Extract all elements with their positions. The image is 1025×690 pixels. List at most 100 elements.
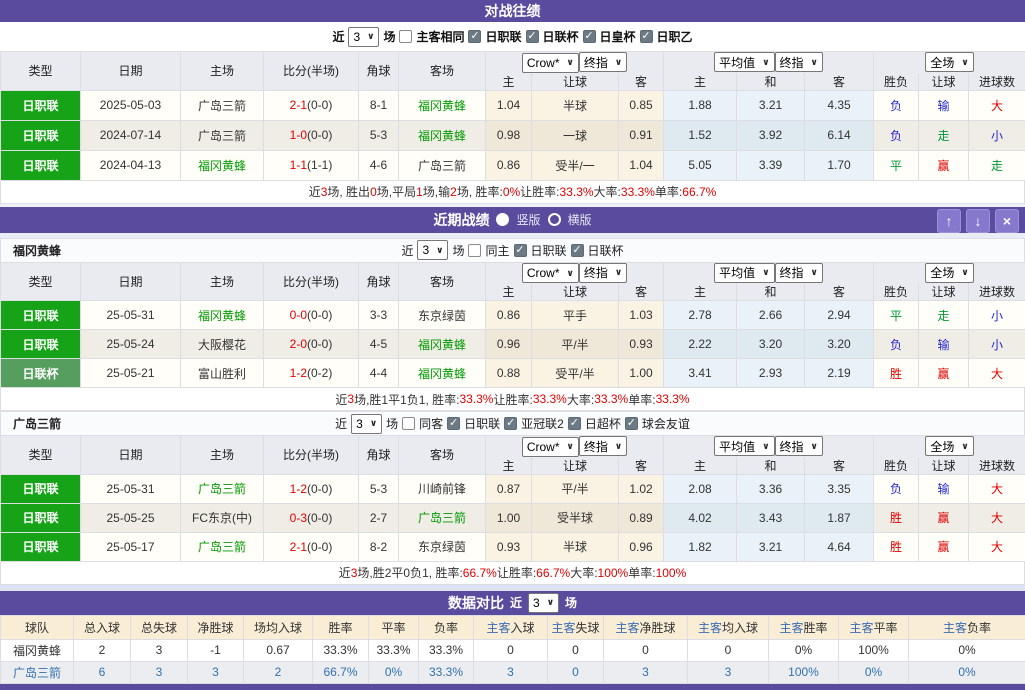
window-controls: ↑ ↓ × xyxy=(937,209,1019,233)
sub-column-header: 主 xyxy=(486,457,532,475)
compare-column-header: 净胜球 xyxy=(188,615,244,639)
dropdown-value: 全场 xyxy=(930,54,954,71)
result-goals: 大 xyxy=(969,90,1025,120)
odds-source-select[interactable]: Crow* ∨ xyxy=(522,263,579,283)
corner-column-header: 角球 xyxy=(359,52,399,91)
chevron-down-icon: ∨ xyxy=(811,441,818,452)
team-name[interactable]: 广岛三箭 xyxy=(1,661,74,683)
sub-column-header: 主 xyxy=(664,283,737,301)
sub-column-header: 让球 xyxy=(532,457,619,475)
final-index-select[interactable]: 终指∨ xyxy=(579,52,627,72)
match-count-select[interactable]: 3∨ xyxy=(348,27,379,47)
filter-label: 日职乙 xyxy=(657,28,693,45)
filter-checkbox[interactable]: ✓ xyxy=(568,417,581,430)
dropdown-value: Crow* xyxy=(527,266,560,280)
date-cell: 2024-04-13 xyxy=(81,150,181,180)
average-select[interactable]: 平均值∨ xyxy=(714,52,774,72)
filter-checkbox[interactable]: ✓ xyxy=(625,417,638,430)
league-type-cell: 日联杯 xyxy=(1,359,81,388)
home-column-header: 主场 xyxy=(181,52,264,91)
stat-cell: 33.3% xyxy=(369,639,419,661)
result-goals: 小 xyxy=(969,301,1025,330)
compare-header-bar: 数据对比 近 3∨ 场 xyxy=(0,591,1025,615)
vertical-layout-radio[interactable] xyxy=(496,213,509,226)
filter-checkbox[interactable] xyxy=(402,417,415,430)
match-count-select[interactable]: 3∨ xyxy=(351,414,382,434)
sub-column-header: 进球数 xyxy=(969,283,1025,301)
filter-checkbox[interactable]: ✓ xyxy=(468,30,481,43)
chevron-down-icon: ∨ xyxy=(567,268,574,279)
bottom-bar xyxy=(0,684,1025,690)
fulltime-select[interactable]: 全场∨ xyxy=(925,436,973,456)
filter-checkbox[interactable]: ✓ xyxy=(514,244,527,257)
summary-value: 33.3% xyxy=(621,185,655,199)
final-index-select[interactable]: 终指∨ xyxy=(579,263,627,283)
filter-checkbox[interactable]: ✓ xyxy=(504,417,517,430)
table-row: 日职联2024-04-13福冈黄蜂1-1(1-1)4-6广岛三箭0.86受半/一… xyxy=(1,150,1025,180)
compare-column-header: 总入球 xyxy=(74,615,131,639)
fulltime-select[interactable]: 全场∨ xyxy=(925,263,973,283)
filter-label: 日职联 xyxy=(464,415,500,432)
final-index-select[interactable]: 终指∨ xyxy=(775,263,823,283)
table-row: 福冈黄蜂23-10.6733.3%33.3%33.3%00000%100%0% xyxy=(1,639,1025,661)
scroll-down-button[interactable]: ↓ xyxy=(966,209,990,233)
h2h-filter-row: 近3∨场主客相同✓日职联✓日联杯✓日皇杯✓日职乙 xyxy=(0,22,1025,51)
odds-home: 0.86 xyxy=(486,150,532,180)
avg-away: 1.87 xyxy=(805,503,874,532)
corner-cell: 8-2 xyxy=(359,532,399,561)
compare-column-header: 主客净胜球 xyxy=(604,615,688,639)
average-select[interactable]: 平均值∨ xyxy=(714,263,774,283)
fulltime-select[interactable]: 全场∨ xyxy=(925,52,973,72)
summary-label: 让胜率: xyxy=(520,183,559,200)
score-cell: 0-0(0-0) xyxy=(264,301,359,330)
near-label: 近 xyxy=(510,594,522,611)
avg-home: 1.88 xyxy=(664,90,737,120)
filter-checkbox[interactable] xyxy=(468,244,481,257)
summary-value: 33.3% xyxy=(656,392,690,406)
odds-handicap: 平/半 xyxy=(532,474,619,503)
avg-home: 4.02 xyxy=(664,503,737,532)
final-index-select[interactable]: 终指∨ xyxy=(775,52,823,72)
sub-column-header: 客 xyxy=(619,283,664,301)
summary-value: 66.7% xyxy=(463,566,497,580)
filter-checkbox[interactable]: ✓ xyxy=(571,244,584,257)
stat-cell: 0 xyxy=(474,639,548,661)
table-row: 日职联25-05-31广岛三箭1-2(0-0)5-3川崎前锋0.87平/半1.0… xyxy=(1,474,1025,503)
score-cell: 1-2(0-0) xyxy=(264,474,359,503)
filter-label: 日职联 xyxy=(531,242,567,259)
avg-home: 5.05 xyxy=(664,150,737,180)
odds-home: 0.86 xyxy=(486,301,532,330)
avg-home: 3.41 xyxy=(664,359,737,388)
home-team: 广岛三箭 xyxy=(181,90,264,120)
avg-home: 2.08 xyxy=(664,474,737,503)
odds-source-select[interactable]: Crow*∨ xyxy=(522,437,579,457)
match-count-select[interactable]: 3∨ xyxy=(417,240,448,260)
chevron-down-icon: ∨ xyxy=(762,441,769,452)
avg-draw: 3.39 xyxy=(737,150,805,180)
date-cell: 25-05-17 xyxy=(81,532,181,561)
table-row: 日职联2025-05-03广岛三箭2-1(0-0)8-1福冈黄蜂1.04半球0.… xyxy=(1,90,1025,120)
league-type-cell: 日职联 xyxy=(1,330,81,359)
sub-column-header: 主 xyxy=(486,73,532,91)
score-cell: 2-1(0-0) xyxy=(264,90,359,120)
h2h-table: 类型日期主场比分(半场)角球客场Crow*∨终指∨平均值∨终指∨全场∨主让球客主… xyxy=(0,51,1025,181)
final-index-select[interactable]: 终指∨ xyxy=(579,436,627,456)
stat-cell: 33.3% xyxy=(419,639,474,661)
filter-label: 日联杯 xyxy=(543,28,579,45)
horizontal-layout-radio[interactable] xyxy=(548,213,561,226)
avg-draw: 3.21 xyxy=(737,532,805,561)
match-count-select[interactable]: 3∨ xyxy=(528,593,559,613)
final-index-select[interactable]: 终指∨ xyxy=(775,436,823,456)
filter-checkbox[interactable]: ✓ xyxy=(640,30,653,43)
average-select[interactable]: 平均值∨ xyxy=(714,436,774,456)
close-button[interactable]: × xyxy=(995,209,1019,233)
filter-checkbox[interactable]: ✓ xyxy=(447,417,460,430)
scroll-up-button[interactable]: ↑ xyxy=(937,209,961,233)
sub-column-header: 和 xyxy=(737,457,805,475)
odds-source-select[interactable]: Crow*∨ xyxy=(522,53,579,73)
filter-checkbox[interactable]: ✓ xyxy=(526,30,539,43)
summary-value: 3 xyxy=(321,185,328,199)
odds-handicap: 平/半 xyxy=(532,330,619,359)
filter-checkbox[interactable]: ✓ xyxy=(583,30,596,43)
filter-checkbox[interactable] xyxy=(399,30,412,43)
